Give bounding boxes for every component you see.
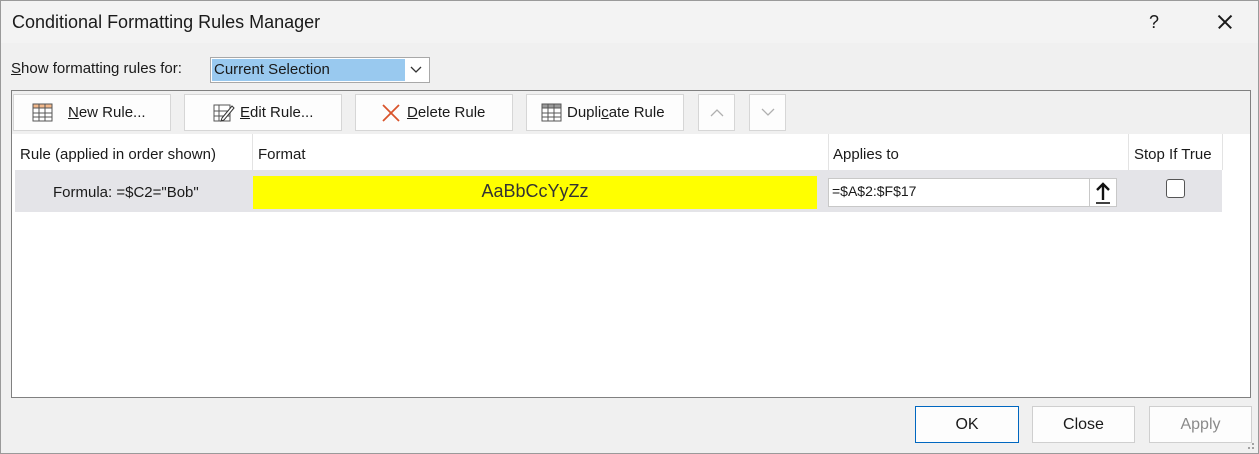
chevron-up-icon (710, 109, 724, 117)
new-rule-accel: N (68, 104, 79, 121)
column-divider (1128, 134, 1129, 170)
title-bar: Conditional Formatting Rules Manager ? (1, 1, 1258, 43)
dialog: Conditional Formatting Rules Manager ? S… (0, 0, 1259, 454)
duplicate-rule-accel: c (601, 104, 609, 121)
column-header-stop-if-true[interactable]: Stop If True (1134, 146, 1212, 163)
applies-to-input[interactable] (832, 183, 1082, 199)
show-rules-label-accel: S (11, 60, 22, 77)
show-rules-label-rest: how formatting rules for: (21, 60, 182, 77)
help-button[interactable]: ? (1136, 4, 1172, 40)
duplicate-rule-rest: ate Rule (608, 104, 665, 121)
show-rules-label: Show formatting rules for: (11, 60, 182, 77)
new-rule-label: New Rule... (68, 95, 146, 130)
ok-button[interactable]: OK (915, 406, 1019, 443)
dropdown-chevron-icon[interactable] (403, 58, 429, 82)
new-rule-rest: ew Rule... (78, 104, 146, 121)
column-divider (1222, 134, 1223, 170)
applies-to-field[interactable] (828, 178, 1117, 207)
dialog-title: Conditional Formatting Rules Manager (12, 12, 321, 32)
apply-button[interactable]: Apply (1149, 406, 1252, 443)
move-down-button[interactable] (749, 94, 786, 131)
format-preview: AaBbCcYyZz (253, 176, 817, 209)
delete-rule-label: Delete Rule (407, 95, 485, 130)
rule-description: Formula: =$C2="Bob" (53, 184, 199, 201)
rules-panel: New Rule... Edit Rule... Delete Rule Dup… (11, 90, 1251, 398)
column-header-rule[interactable]: Rule (applied in order shown) (20, 146, 216, 163)
close-icon[interactable] (1205, 4, 1245, 40)
rule-row[interactable]: Formula: =$C2="Bob" AaBbCcYyZz (15, 170, 1222, 212)
range-select-button[interactable] (1089, 179, 1116, 206)
stop-if-true-checkbox[interactable] (1166, 179, 1185, 198)
resize-grip-icon[interactable] (1245, 440, 1255, 450)
column-divider (828, 134, 829, 170)
duplicate-rule-label: Duplicate Rule (567, 95, 665, 130)
duplicate-rule-icon (541, 103, 562, 122)
edit-rule-button[interactable]: Edit Rule... (184, 94, 342, 131)
delete-rule-accel: D (407, 104, 418, 121)
delete-x-icon (382, 104, 400, 122)
chevron-down-icon (761, 108, 775, 116)
arrow-up-icon (1096, 182, 1110, 204)
edit-rule-accel: E (240, 104, 251, 121)
column-header-format[interactable]: Format (258, 146, 306, 163)
new-rule-button[interactable]: New Rule... (13, 94, 171, 131)
format-preview-text: AaBbCcYyZz (481, 181, 589, 201)
close-button[interactable]: Close (1032, 406, 1135, 443)
duplicate-rule-pre: Dupli (567, 104, 602, 121)
delete-rule-rest: elete Rule (417, 104, 486, 121)
column-divider (252, 134, 253, 170)
new-rule-icon (32, 103, 53, 122)
move-up-button[interactable] (698, 94, 735, 131)
show-rules-dropdown[interactable]: Current Selection (210, 57, 430, 83)
show-rules-selected: Current Selection (212, 59, 405, 81)
edit-rule-label: Edit Rule... (240, 95, 313, 130)
rules-toolbar: New Rule... Edit Rule... Delete Rule Dup… (12, 91, 1250, 134)
duplicate-rule-button[interactable]: Duplicate Rule (526, 94, 684, 131)
edit-rule-rest: dit Rule... (250, 104, 314, 121)
edit-rule-icon (213, 104, 235, 122)
delete-rule-button[interactable]: Delete Rule (355, 94, 513, 131)
column-header-applies-to[interactable]: Applies to (833, 146, 899, 163)
